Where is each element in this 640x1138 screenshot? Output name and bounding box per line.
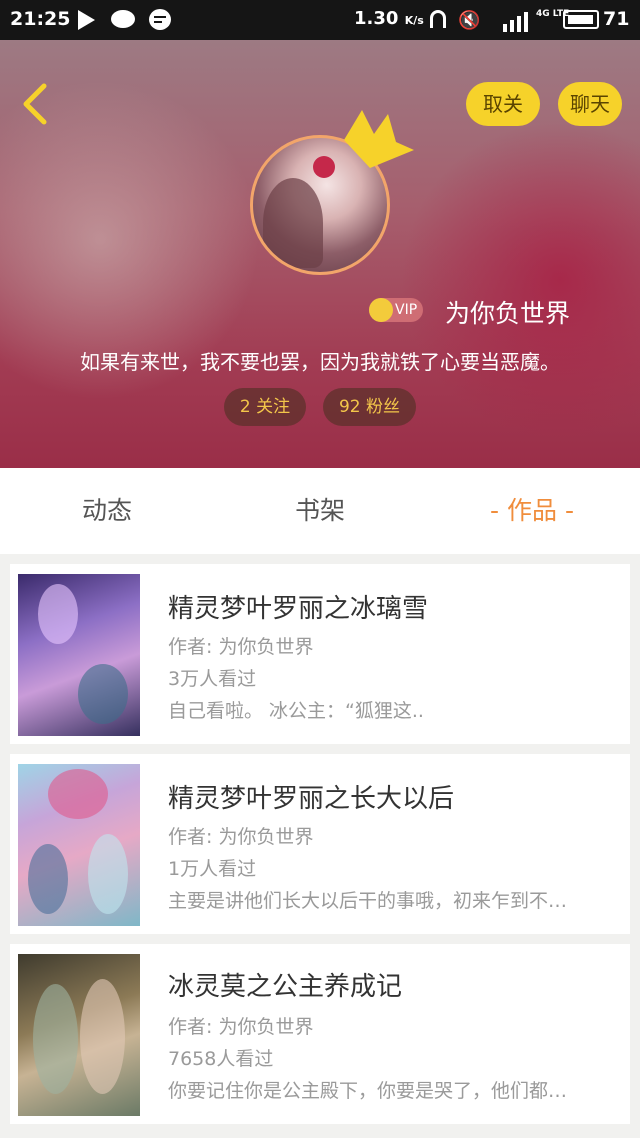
- profile-tabs: 动态 书架 - 作品 -: [0, 468, 640, 554]
- mute-icon: 🔇: [458, 10, 481, 31]
- crown-icon: [344, 110, 414, 168]
- work-views: 3万人看过: [168, 668, 257, 690]
- book-cover: [18, 954, 140, 1116]
- avatar-decoration: [313, 156, 335, 178]
- work-description: 你要记住你是公主殿下，你要是哭了，他们都…: [168, 1080, 568, 1102]
- fans-count-button[interactable]: 92 粉丝: [323, 388, 416, 426]
- profile-header: 取关 聊天 为你负世界 VIP 如果有来世，我不要也罢，因为我就铁了心要当恶魔。…: [0, 40, 640, 468]
- work-title: 冰灵莫之公主养成记: [168, 972, 403, 1002]
- work-author: 作者: 为你负世界: [168, 636, 314, 658]
- back-button[interactable]: [18, 82, 52, 126]
- vip-crown-icon: [369, 298, 393, 322]
- work-card[interactable]: 精灵梦叶罗丽之长大以后 作者: 为你负世界 1万人看过 主要是讲他们长大以后干的…: [10, 754, 630, 934]
- play-icon: [78, 10, 95, 30]
- tab-dynamic[interactable]: 动态: [40, 468, 174, 554]
- works-list: 精灵梦叶罗丽之冰璃雪 作者: 为你负世界 3万人看过 自己看啦。 冰公主：“狐狸…: [10, 564, 630, 1134]
- status-bar: 21:25 1.30 K/s 🔇 4G LTE 71: [0, 0, 640, 40]
- book-cover: [18, 574, 140, 736]
- work-author: 作者: 为你负世界: [168, 826, 314, 848]
- work-views: 1万人看过: [168, 858, 257, 880]
- following-count-button[interactable]: 2 关注: [224, 388, 306, 426]
- user-bio: 如果有来世，我不要也罢，因为我就铁了心要当恶魔。: [80, 350, 560, 374]
- status-time: 21:25: [10, 8, 71, 30]
- work-author: 作者: 为你负世界: [168, 1016, 314, 1038]
- network-speed: 1.30 K/s: [354, 8, 424, 29]
- headphone-icon: [430, 10, 446, 28]
- tab-bookshelf[interactable]: 书架: [253, 468, 387, 554]
- work-card[interactable]: 精灵梦叶罗丽之冰璃雪 作者: 为你负世界 3万人看过 自己看啦。 冰公主：“狐狸…: [10, 564, 630, 744]
- avatar-image: [263, 178, 323, 268]
- work-title: 精灵梦叶罗丽之长大以后: [168, 784, 455, 814]
- username: 为你负世界: [444, 299, 570, 328]
- work-title: 精灵梦叶罗丽之冰璃雪: [168, 594, 429, 624]
- work-views: 7658人看过: [168, 1048, 274, 1070]
- unfollow-button[interactable]: 取关: [466, 82, 540, 126]
- chat-bubble-icon: [111, 10, 135, 28]
- chat-button[interactable]: 聊天: [558, 82, 622, 126]
- chevron-left-icon: [23, 83, 47, 125]
- tab-works[interactable]: - 作品 -: [462, 468, 602, 554]
- book-cover: [18, 764, 140, 926]
- work-card[interactable]: 冰灵莫之公主养成记 作者: 为你负世界 7658人看过 你要记住你是公主殿下，你…: [10, 944, 630, 1124]
- work-description: 主要是讲他们长大以后干的事哦，初来乍到不…: [168, 890, 568, 912]
- signal-icon: [493, 10, 533, 32]
- battery-level: 71: [603, 8, 630, 30]
- message-icon: [149, 9, 171, 30]
- battery-icon: [563, 10, 599, 29]
- vip-badge: VIP: [369, 298, 423, 322]
- work-description: 自己看啦。 冰公主：“狐狸这..: [168, 700, 424, 722]
